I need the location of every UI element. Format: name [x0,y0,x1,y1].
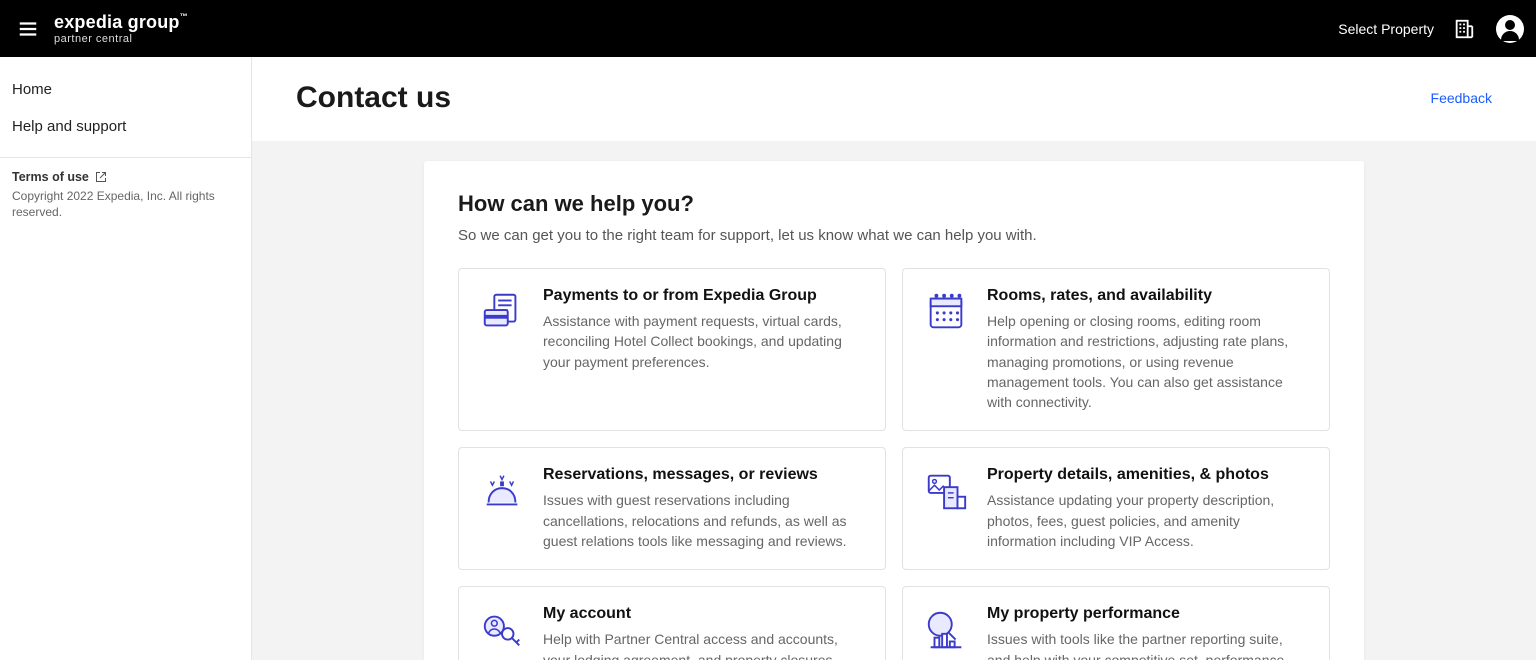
terms-of-use-link[interactable]: Terms of use [0,170,251,184]
topic-desc: Help opening or closing rooms, editing r… [987,311,1309,412]
topic-title: My account [543,605,865,623]
topic-card-reservations[interactable]: Reservations, messages, or reviews Issue… [458,447,886,570]
topic-title: Property details, amenities, & photos [987,466,1309,484]
help-heading: How can we help you? [458,191,1330,217]
topic-card-rooms-rates[interactable]: Rooms, rates, and availability Help open… [902,268,1330,431]
copyright-text: Copyright 2022 Expedia, Inc. All rights … [0,184,251,220]
sidebar-separator [0,157,251,158]
feedback-link[interactable]: Feedback [1431,90,1492,106]
brand-subtitle: partner central [54,34,188,45]
payments-icon [479,289,525,335]
help-panel: How can we help you? So we can get you t… [424,161,1364,660]
topic-desc: Issues with guest reservations including… [543,490,865,551]
service-bell-icon [479,468,525,514]
hamburger-icon [17,18,39,40]
topic-title: Reservations, messages, or reviews [543,466,865,484]
topic-desc: Assistance with payment requests, virtua… [543,311,865,372]
sidebar-item-help[interactable]: Help and support [0,108,251,145]
topic-card-property-details[interactable]: Property details, amenities, & photos As… [902,447,1330,570]
building-icon [1453,18,1475,40]
topic-title: Rooms, rates, and availability [987,287,1309,305]
page-title: Contact us [296,81,451,115]
user-avatar-button[interactable] [1496,15,1524,43]
topic-title: My property performance [987,605,1309,623]
help-subheading: So we can get you to the right team for … [458,227,1330,244]
topic-cards: Payments to or from Expedia Group Assist… [458,268,1330,660]
topic-desc: Issues with tools like the partner repor… [987,629,1309,660]
chart-magnify-icon [923,607,969,653]
brand-logo[interactable]: expedia group™ partner central [54,13,188,45]
terms-label: Terms of use [12,170,89,184]
account-key-icon [479,607,525,653]
hamburger-menu-button[interactable] [8,9,48,49]
title-bar: Contact us Feedback [252,57,1536,141]
property-switcher-button[interactable] [1450,15,1478,43]
top-bar: expedia group™ partner central Select Pr… [0,0,1536,57]
calendar-icon [923,289,969,335]
external-link-icon [95,171,107,183]
topic-card-my-account[interactable]: My account Help with Partner Central acc… [458,586,886,660]
photo-building-icon [923,468,969,514]
topic-desc: Help with Partner Central access and acc… [543,629,865,660]
topic-card-payments[interactable]: Payments to or from Expedia Group Assist… [458,268,886,431]
brand-name: expedia group™ [54,13,188,31]
sidebar-item-home[interactable]: Home [0,71,251,108]
topic-desc: Assistance updating your property descri… [987,490,1309,551]
select-property-button[interactable]: Select Property [1338,21,1434,37]
topic-card-property-performance[interactable]: My property performance Issues with tool… [902,586,1330,660]
main-content: Contact us Feedback How can we help you?… [252,57,1536,660]
sidebar: Home Help and support Terms of use Copyr… [0,57,252,660]
topic-title: Payments to or from Expedia Group [543,287,865,305]
